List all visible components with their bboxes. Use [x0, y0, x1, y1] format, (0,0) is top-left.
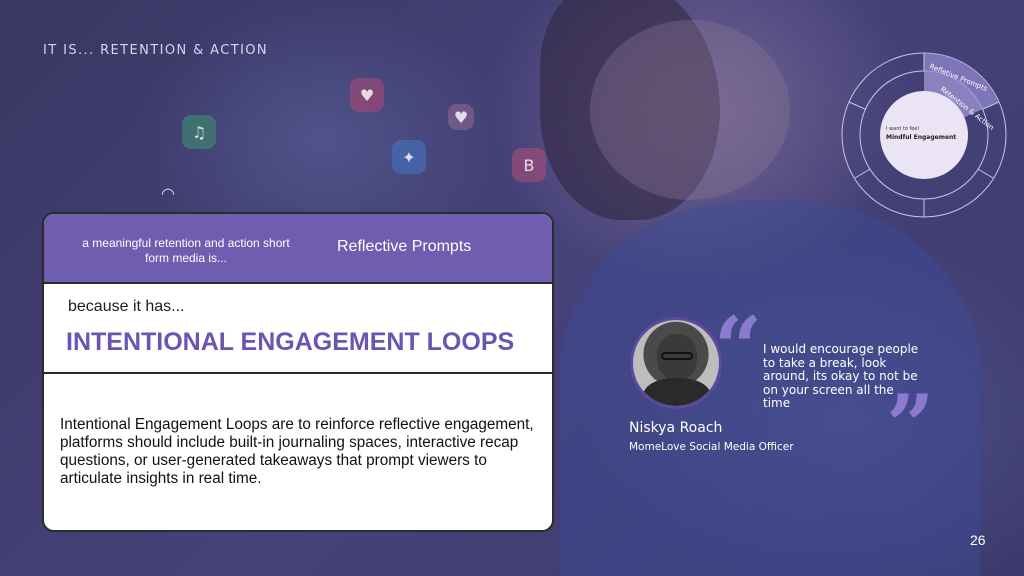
- card-headline: INTENTIONAL ENGAGEMENT LOOPS: [66, 328, 515, 356]
- card-body-text: Intentional Engagement Loops are to rein…: [60, 416, 534, 487]
- blogger-icon: B: [512, 148, 546, 182]
- card-intro: a meaningful retention and action short …: [82, 236, 290, 265]
- ring-center-small: I want to feel: [886, 126, 919, 132]
- card-because: because it has...: [68, 298, 185, 315]
- wifi-icon: ◠: [161, 183, 175, 203]
- section-title: IT IS... RETENTION & ACTION: [43, 43, 269, 58]
- background-face: [590, 20, 790, 200]
- card-headline-section: because it has... INTENTIONAL ENGAGEMENT…: [44, 284, 552, 374]
- avatar-body: [643, 378, 711, 406]
- open-quote-icon: “: [714, 298, 763, 397]
- avatar: [630, 317, 722, 409]
- heart-icon: ♥: [448, 104, 474, 130]
- card-header: a meaningful retention and action short …: [44, 214, 552, 284]
- bird-icon: ✦: [392, 140, 426, 174]
- info-card: a meaningful retention and action short …: [42, 212, 554, 532]
- engagement-ring-diagram: Refletive Prompts Retention & Action I w…: [841, 52, 1007, 218]
- ring-center-bold: Mindful Engagement: [886, 134, 956, 141]
- close-quote-icon: ”: [886, 376, 935, 475]
- person-name: Niskya Roach: [629, 420, 723, 436]
- avatar-glasses: [661, 352, 693, 360]
- person-role: MomeLove Social Media Officer: [629, 441, 794, 453]
- spotify-icon: ♫: [182, 115, 216, 149]
- app-icon-red: ♥: [350, 78, 384, 112]
- page-number: 26: [970, 532, 986, 548]
- card-prompt-label: Reflective Prompts: [337, 238, 472, 255]
